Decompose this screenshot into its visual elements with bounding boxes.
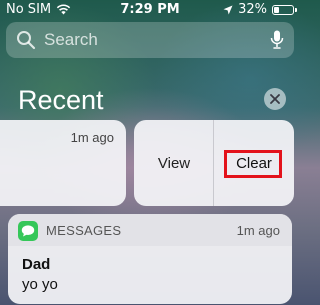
swiped-notification-card[interactable]: 1m ago [0,120,126,206]
message-sender: Dad [22,256,51,273]
recent-heading: Recent [18,85,104,115]
view-button-label: View [157,154,191,172]
view-button[interactable]: View [134,120,214,206]
battery-percent: 32% [238,2,267,17]
notification-time: 1m ago [70,130,114,145]
search-icon [17,31,36,50]
microphone-icon[interactable] [270,30,284,50]
status-bar: No SIM 7:29 PM 32% [0,0,300,20]
messages-notification-card[interactable]: MESSAGES 1m ago Dad yo yo [8,214,292,304]
close-icon [270,94,280,104]
clear-highlight-box [224,150,282,178]
notification-header: MESSAGES 1m ago [8,214,292,246]
messages-app-icon [18,221,38,241]
battery-level [274,6,280,13]
status-right: 32% [223,2,297,17]
notification-time: 1m ago [236,223,280,238]
battery-icon [272,4,297,15]
notification-actions: View Clear [134,120,294,206]
chat-bubble-icon [21,225,35,237]
search-bar[interactable] [6,22,294,58]
clear-all-button[interactable] [264,88,286,110]
location-arrow-icon [223,5,233,14]
search-input[interactable] [42,29,266,51]
app-name: MESSAGES [46,223,122,238]
message-body: yo yo [22,276,58,293]
